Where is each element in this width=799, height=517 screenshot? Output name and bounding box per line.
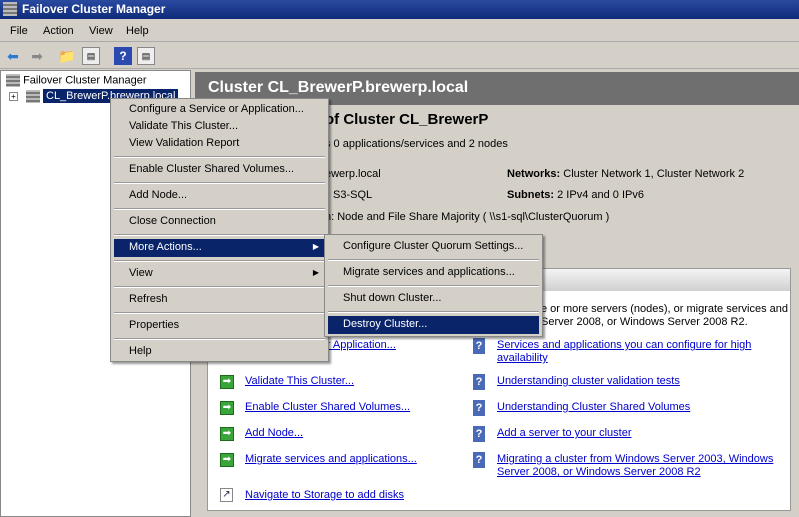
help-question-icon: ?	[473, 338, 485, 354]
cluster-app-icon	[3, 2, 17, 16]
cluster-manager-icon	[6, 74, 20, 87]
menu-action[interactable]: Action	[43, 25, 74, 37]
forward-icon[interactable]: ➡	[28, 47, 46, 65]
show-hide-tree-icon[interactable]: ▤	[82, 47, 100, 65]
help-question-icon: ?	[473, 426, 485, 442]
summary-subtitle: s 0 applications/services and 2 nodes	[325, 138, 508, 150]
more-actions-submenu: Configure Cluster Quorum Settings... Mig…	[324, 234, 543, 337]
green-arrow-icon: ➡	[220, 453, 234, 467]
help-link-add-server[interactable]: Add a server to your cluster	[497, 427, 632, 439]
toolbar: ⬅ ➡ 📁 ▤ ? ▤	[0, 43, 799, 69]
green-arrow-icon: ➡	[220, 427, 234, 441]
help-question-icon: ?	[473, 374, 485, 390]
window-title: Failover Cluster Manager	[22, 2, 166, 16]
help-link-csv[interactable]: Understanding Cluster Shared Volumes	[497, 401, 690, 413]
navigate-storage-link[interactable]: Navigate to Storage to add disks	[245, 489, 404, 501]
menu-item-view-validation-report[interactable]: View Validation Report	[114, 135, 325, 153]
menu-view[interactable]: View	[89, 25, 113, 37]
menu-item-more-actions[interactable]: More Actions... ▶	[114, 239, 325, 257]
subnets-label: Subnets:	[507, 189, 555, 201]
menu-item-refresh[interactable]: Refresh	[114, 291, 325, 309]
help-icon[interactable]: ?	[114, 47, 132, 65]
panel-description-2: Server 2008, or Windows Server 2008 R2.	[541, 316, 748, 328]
add-node-link[interactable]: Add Node...	[245, 427, 303, 439]
menu-bar: File Action View Help	[0, 19, 799, 42]
shortcut-icon: ↗	[220, 488, 233, 502]
node-value: S3-SQL	[333, 189, 373, 201]
help-link-validation[interactable]: Understanding cluster validation tests	[497, 375, 680, 387]
back-icon[interactable]: ⬅	[4, 47, 22, 65]
help-link-services[interactable]: Services and applications you can config…	[497, 339, 751, 365]
context-menu: Configure a Service or Application... Va…	[110, 98, 329, 362]
menu-item-view[interactable]: View ▶	[114, 265, 325, 283]
cluster-icon	[26, 90, 40, 103]
summary-title: of Cluster CL_BrewerP	[325, 111, 489, 128]
show-hide-action-pane-icon[interactable]: ▤	[137, 47, 155, 65]
menu-item-add-node[interactable]: Add Node...	[114, 187, 325, 205]
menu-file[interactable]: File	[10, 25, 28, 37]
panel-description: e or more servers (nodes), or migrate se…	[541, 303, 788, 315]
expand-icon[interactable]: +	[9, 92, 18, 101]
submenu-arrow-icon: ▶	[312, 242, 319, 251]
title-bar: Failover Cluster Manager	[0, 0, 799, 19]
menu-item-destroy-cluster[interactable]: Destroy Cluster...	[328, 316, 539, 334]
menu-item-configure-quorum[interactable]: Configure Cluster Quorum Settings...	[328, 238, 539, 256]
tree-root[interactable]: Failover Cluster Manager	[6, 74, 147, 87]
networks-value: Cluster Network 1, Cluster Network 2	[563, 168, 745, 180]
menu-item-configure-service[interactable]: Configure a Service or Application...	[114, 101, 325, 119]
help-question-icon: ?	[473, 400, 485, 416]
help-link-migrating[interactable]: Migrating a cluster from Windows Server …	[497, 453, 773, 479]
up-folder-icon[interactable]: 📁	[58, 47, 76, 65]
submenu-arrow-icon: ▶	[312, 268, 319, 277]
tree-root-label: Failover Cluster Manager	[23, 74, 147, 87]
menu-help[interactable]: Help	[126, 25, 149, 37]
networks-label: Networks:	[507, 168, 561, 180]
menu-item-validate-cluster[interactable]: Validate This Cluster...	[114, 118, 325, 136]
help-question-icon: ?	[473, 452, 485, 468]
quorum-value: n: Node and File Share Majority ( \\s1-s…	[325, 211, 610, 223]
menu-item-migrate[interactable]: Migrate services and applications...	[328, 264, 539, 282]
subnets-value: 2 IPv4 and 0 IPv6	[557, 189, 644, 201]
validate-cluster-link[interactable]: Validate This Cluster...	[245, 375, 354, 387]
green-arrow-icon: ➡	[220, 375, 234, 389]
menu-item-properties[interactable]: Properties	[114, 317, 325, 335]
menu-item-shut-down-cluster[interactable]: Shut down Cluster...	[328, 290, 539, 308]
cluster-name-value: ewerp.local	[325, 168, 381, 180]
migrate-link[interactable]: Migrate services and applications...	[245, 453, 417, 465]
menu-item-close-connection[interactable]: Close Connection	[114, 213, 325, 231]
green-arrow-icon: ➡	[220, 401, 234, 415]
enable-csv-link[interactable]: Enable Cluster Shared Volumes...	[245, 401, 410, 413]
menu-item-enable-csv[interactable]: Enable Cluster Shared Volumes...	[114, 161, 325, 179]
menu-item-help[interactable]: Help	[114, 343, 325, 361]
